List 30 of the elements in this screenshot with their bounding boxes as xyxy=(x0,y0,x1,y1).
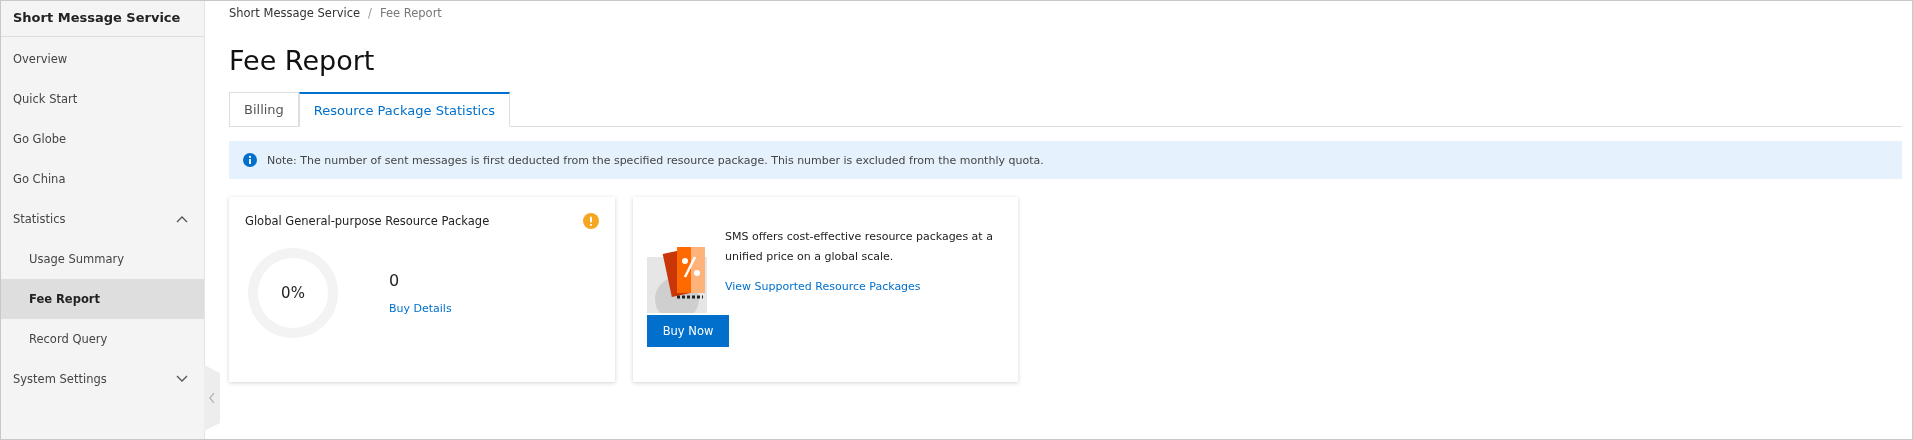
page-title: Fee Report xyxy=(229,44,376,78)
chevron-icon xyxy=(176,375,188,383)
warning-icon xyxy=(583,213,599,229)
supported-packages-link[interactable]: View Supported Resource Packages xyxy=(725,280,921,293)
package-count: 0 xyxy=(389,271,401,290)
usage-percent: 0% xyxy=(281,284,305,302)
promo-text: SMS offers cost-effective resource packages at a unified price on a global scale. xyxy=(725,229,994,265)
sidebar-item[interactable]: Go Globe xyxy=(1,119,204,159)
collapse-handle[interactable] xyxy=(204,365,220,431)
tab[interactable]: Billing xyxy=(229,92,299,127)
buy-details-link[interactable]: Buy Details xyxy=(389,302,452,315)
sidebar-item[interactable]: Overview xyxy=(1,39,204,79)
sidebar-item[interactable]: Fee Report xyxy=(1,279,204,319)
sidebar-item[interactable]: Statistics xyxy=(1,199,204,239)
card-title: Global General-purpose Resource Package xyxy=(245,214,490,228)
sidebar-item[interactable]: Quick Start xyxy=(1,79,204,119)
breadcrumb-separator: / xyxy=(368,6,372,20)
tab[interactable]: Resource Package Statistics xyxy=(298,92,511,127)
chevron-left-icon xyxy=(209,392,215,404)
chevron-icon xyxy=(176,215,188,223)
sidebar-item[interactable]: Go China xyxy=(1,159,204,199)
breadcrumb-item[interactable]: Short Message Service xyxy=(229,6,361,20)
breadcrumb-item: Fee Report xyxy=(379,6,442,20)
notice-text: Note: The number of sent messages is first deducted from the specified resource package. This number is excluded from the monthly quota. xyxy=(267,153,1044,167)
sidebar-item[interactable]: System Settings xyxy=(1,359,204,399)
sidebar-title: Short Message Service xyxy=(1,1,204,37)
sidebar-item[interactable]: Usage Summary xyxy=(1,239,204,279)
buy-now-button[interactable]: Buy Now xyxy=(647,315,729,347)
info-icon xyxy=(243,153,257,167)
sidebar-item[interactable]: Record Query xyxy=(1,319,204,359)
